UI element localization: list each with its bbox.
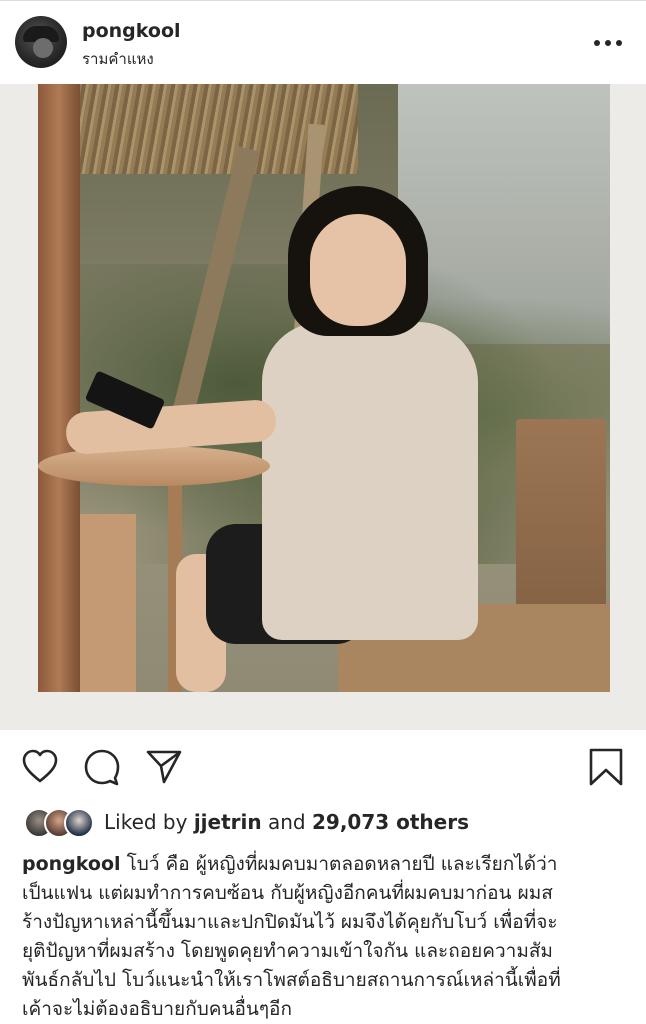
- comment-icon[interactable]: [82, 746, 122, 788]
- likes-user[interactable]: jjetrin: [194, 810, 262, 834]
- liker-avatar[interactable]: [64, 808, 94, 838]
- photo-table: [38, 446, 270, 486]
- caption-line: พันธ์กลับไป โบว์แนะนำให้เราโพสต์อธิบายสถ…: [22, 969, 561, 991]
- heart-icon[interactable]: [20, 746, 60, 788]
- photo-person-body: [262, 322, 478, 640]
- post-caption: pongkool โบว์ คือ ผู้หญิงที่ผมคบมาตลอดหล…: [22, 850, 626, 1024]
- caption-username[interactable]: pongkool: [22, 853, 121, 875]
- more-options-icon[interactable]: [594, 40, 624, 48]
- share-icon[interactable]: [144, 746, 184, 788]
- likes-text[interactable]: Liked by jjetrin and 29,073 others: [104, 810, 469, 834]
- caption-text: โบว์ คือ ผู้หญิงที่ผมคบมาตลอดหลายปี และเ…: [126, 853, 558, 875]
- likes-count[interactable]: 29,073 others: [312, 810, 469, 834]
- bookmark-icon[interactable]: [586, 746, 626, 788]
- likes-and: and: [267, 810, 306, 834]
- likes-prefix: Liked by: [104, 810, 188, 834]
- caption-line: pongkool โบว์ คือ ผู้หญิงที่ผมคบมาตลอดหล…: [22, 850, 626, 879]
- post-username[interactable]: pongkool: [82, 20, 181, 42]
- polaroid-photo: [38, 84, 610, 692]
- caption-line: ร้างปัญหาเหล่านี้ขึ้นมาและปกปิดมันไว้ ผม…: [22, 911, 558, 933]
- action-bar: [0, 746, 646, 794]
- avatar[interactable]: [15, 16, 67, 68]
- avatar-face: [33, 38, 53, 58]
- photo-bench: [80, 514, 136, 692]
- likes-row: Liked by jjetrin and 29,073 others: [0, 804, 646, 844]
- photo-wood-post: [38, 84, 80, 692]
- photo-person-face: [310, 214, 406, 326]
- post-header: pongkool รามคำแหง: [0, 0, 646, 84]
- caption-line: เค้าจะไม่ต้องอธิบายกับคนอื่นๆอีก: [22, 998, 292, 1020]
- post-photo[interactable]: [0, 84, 646, 730]
- caption-line: ยุติปัญหาที่ผมสร้าง โดยพูดคุยทำความเข้าใ…: [22, 940, 553, 962]
- caption-line: เป็นแฟน แต่ผมทำการคบซ้อน กับผู้หญิงอีกคน…: [22, 882, 553, 904]
- post-location[interactable]: รามคำแหง: [82, 47, 154, 71]
